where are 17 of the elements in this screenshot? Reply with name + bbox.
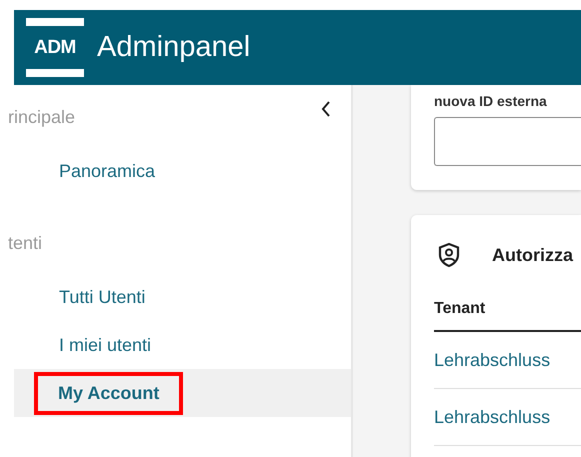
nav-item[interactable]: Panoramica (14, 147, 351, 195)
card-title: Autorizza (492, 244, 573, 266)
nav-item[interactable]: My Account (14, 369, 351, 417)
table-cell: Lehrabschluss (434, 350, 550, 370)
nav-item[interactable]: I miei utenti (14, 321, 351, 369)
input-field[interactable] (434, 117, 581, 166)
shield-user-icon (438, 242, 460, 268)
highlight-box: My Account (34, 372, 184, 414)
table-cell: Lehrabschluss (434, 406, 550, 428)
column-header: Tenant (434, 300, 486, 317)
adm-logo: ADM (26, 18, 84, 77)
nav-item[interactable]: Tutti Utenti (14, 273, 351, 321)
collapse-icon[interactable] (321, 101, 331, 117)
app-title: Adminpanel (97, 31, 250, 64)
section-heading: rincipale (8, 107, 76, 129)
section-heading: tenti (8, 233, 42, 255)
field-label: nuova ID esterna (434, 93, 548, 109)
